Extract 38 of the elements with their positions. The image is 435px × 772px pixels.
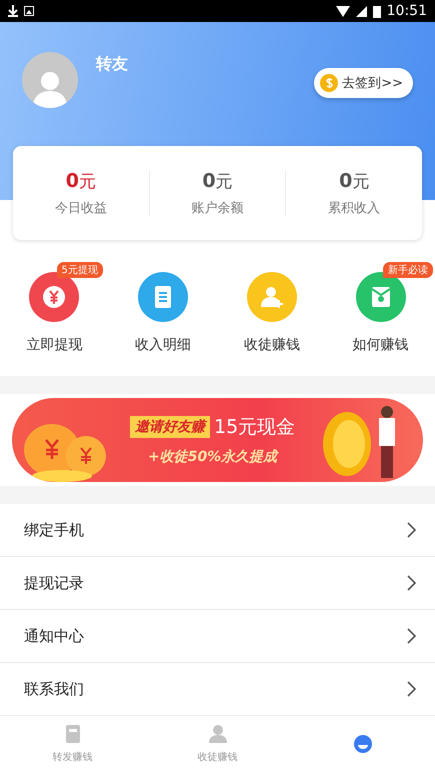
- shortcut-label[interactable]: 收徒赚钱: [244, 336, 300, 354]
- badge-label: 5元提现: [56, 262, 103, 278]
- smiley-icon: [352, 734, 372, 754]
- download-icon: [8, 5, 18, 17]
- image-icon: [24, 6, 34, 16]
- banner-amount: 15元现金: [214, 415, 296, 440]
- shortcut-label[interactable]: 收入明细: [135, 336, 192, 354]
- yuan-icon: [42, 285, 66, 309]
- person-icon: [208, 724, 228, 744]
- chevron-right-icon: [407, 522, 417, 538]
- battery-icon: [372, 4, 381, 18]
- stat-label: 账户余额: [192, 200, 244, 216]
- shortcut-label[interactable]: 立即提现: [26, 336, 82, 354]
- signal-icon: [356, 6, 367, 16]
- wifi-icon: [336, 6, 350, 16]
- stat-label: 今日收益: [54, 200, 107, 216]
- promo-banner[interactable]: 邀请好友赚 15元现金 +收徒50%永久提成: [12, 398, 423, 482]
- stat-value: 0元: [202, 170, 233, 192]
- chevron-right-icon: [407, 628, 417, 644]
- menu-item[interactable]: 提现记录: [24, 574, 84, 592]
- menu-item[interactable]: 联系我们: [24, 680, 84, 698]
- chevron-right-icon: [407, 575, 417, 591]
- shortcut-label[interactable]: 如何赚钱: [352, 336, 409, 354]
- user-name: 转友: [96, 54, 129, 75]
- clock: 10:51: [386, 3, 427, 19]
- checkin-button[interactable]: 去签到>>: [314, 68, 413, 98]
- stat-value: 0元: [66, 170, 96, 192]
- menu-item[interactable]: 通知中心: [24, 626, 84, 646]
- banner-tag: 邀请好友赚: [130, 416, 210, 438]
- badge-label: 新手必读: [382, 262, 433, 278]
- coin-icon: [320, 74, 338, 92]
- add-user-icon: [260, 285, 284, 309]
- chevron-right-icon: [407, 681, 417, 697]
- menu-item[interactable]: 绑定手机: [24, 520, 84, 540]
- person-icon: [33, 70, 67, 108]
- stat-label: 累积收入: [328, 200, 380, 216]
- banner-subtitle: +收徒50%永久提成: [148, 448, 278, 466]
- stat-value: 0元: [339, 170, 370, 192]
